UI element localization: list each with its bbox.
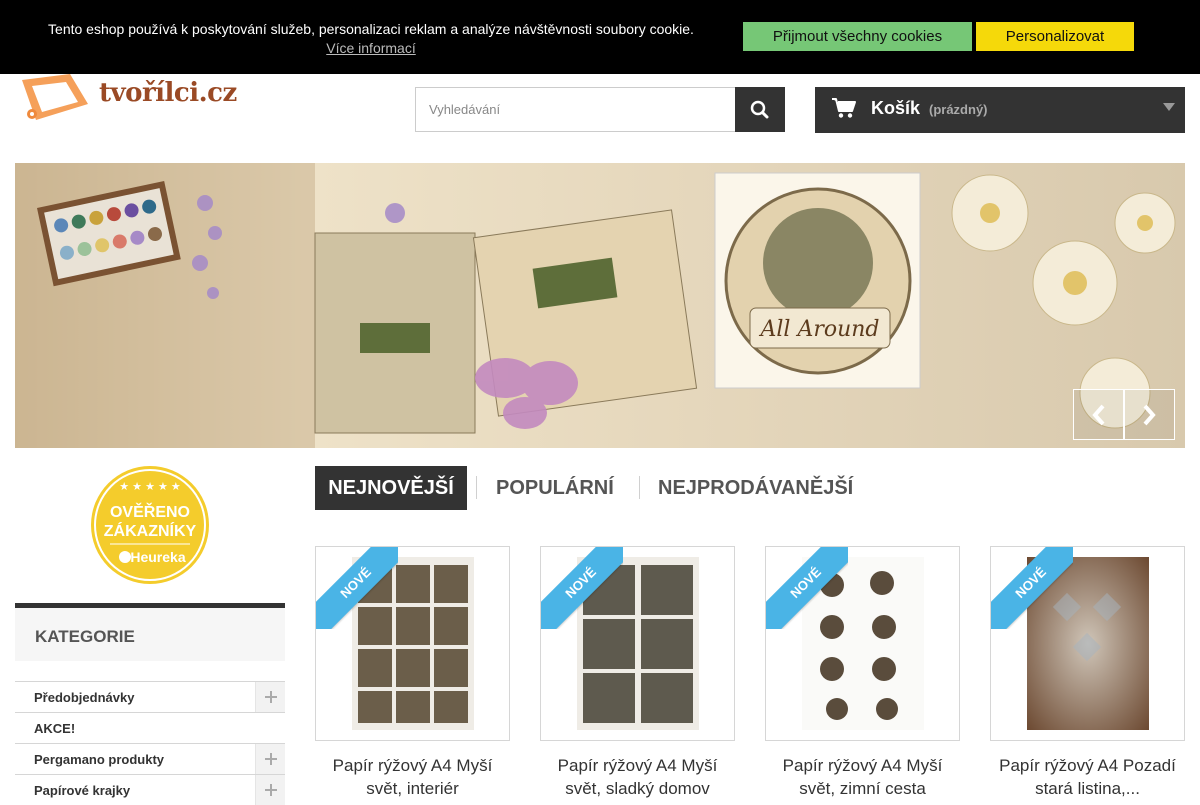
new-ribbon: NOVÉ	[316, 547, 398, 629]
tab-divider	[476, 476, 477, 499]
search-button[interactable]	[735, 87, 785, 132]
category-label: Pergamano produkty	[34, 752, 165, 767]
expand-plus-icon[interactable]	[255, 775, 285, 805]
accept-all-cookies-button[interactable]: Přijmout všechny cookies	[743, 22, 972, 51]
expand-plus-icon[interactable]	[255, 744, 285, 774]
banner-image: All Around	[15, 163, 1185, 448]
shopping-cart-icon	[832, 98, 856, 118]
product-card[interactable]: NOVÉ	[315, 546, 510, 741]
cookie-message: Tento eshop používá k poskytování služeb…	[48, 20, 694, 57]
categories-title: KATEGORIE	[35, 627, 135, 646]
cart-title: Košík	[871, 98, 921, 118]
new-ribbon: NOVÉ	[991, 547, 1073, 629]
tab-divider	[639, 476, 640, 499]
category-label: Předobjednávky	[34, 690, 135, 705]
product-name[interactable]: Papír rýžový A4 Myší svět, zimní cesta	[765, 754, 960, 800]
cookie-more-info-link[interactable]: Více informací	[326, 39, 415, 57]
product-name[interactable]: Papír rýžový A4 Myší svět, sladký domov	[540, 754, 735, 800]
new-ribbon: NOVÉ	[541, 547, 623, 629]
cookie-text: Tento eshop používá k poskytování služeb…	[48, 21, 694, 37]
slider-prev-button[interactable]	[1073, 389, 1124, 440]
cart-status: (prázdný)	[929, 102, 988, 117]
category-label: Papírové krajky	[34, 783, 131, 798]
tab-popular[interactable]: Populární	[496, 466, 614, 510]
chevron-left-icon	[1092, 404, 1105, 426]
product-card[interactable]: NOVÉ	[990, 546, 1185, 741]
tab-newest[interactable]: Nejnovější	[315, 466, 467, 510]
logo-frame-icon	[22, 74, 88, 120]
heureka-badge-icon: ★ ★ ★ ★ ★ OVĚŘENO ZÁKAZNÍKY Heureka	[91, 466, 209, 584]
svg-text:All Around: All Around	[758, 317, 879, 342]
category-item-paper-lace[interactable]: Papírové krajky	[15, 774, 285, 805]
category-list: Předobjednávky AKCE! Pergamano produkty …	[15, 681, 285, 805]
product-name[interactable]: Papír rýžový A4 Pozadí stará listina,...	[990, 754, 1185, 800]
hero-banner[interactable]: All Around	[15, 163, 1185, 448]
product-name[interactable]: Papír rýžový A4 Myší svět, interiér	[315, 754, 510, 800]
category-item-pergamano[interactable]: Pergamano produkty	[15, 743, 285, 774]
expand-plus-icon[interactable]	[255, 682, 285, 712]
chevron-right-icon	[1143, 404, 1156, 426]
svg-text:★ ★ ★ ★ ★: ★ ★ ★ ★ ★	[119, 481, 181, 493]
search-input[interactable]	[415, 87, 736, 132]
tab-bestsellers[interactable]: Nejprodávanější	[658, 466, 853, 510]
new-badge: NOVÉ	[541, 547, 623, 629]
chevron-down-icon	[1163, 103, 1175, 111]
category-label: AKCE!	[34, 721, 76, 736]
product-card[interactable]: NOVÉ	[540, 546, 735, 741]
categories-header: KATEGORIE	[15, 603, 285, 661]
new-badge: NOVÉ	[316, 547, 398, 629]
heureka-line2: ZÁKAZNÍKY	[104, 521, 197, 540]
category-item-sale[interactable]: AKCE!	[15, 712, 285, 743]
new-ribbon: NOVÉ	[766, 547, 848, 629]
heureka-line1: OVĚŘENO	[110, 502, 190, 521]
heureka-verified-badge[interactable]: ★ ★ ★ ★ ★ OVĚŘENO ZÁKAZNÍKY Heureka	[90, 465, 210, 585]
search-icon	[750, 100, 769, 119]
new-badge: NOVÉ	[991, 547, 1073, 629]
cookie-bar: Tento eshop používá k poskytování služeb…	[0, 0, 1200, 74]
category-item-preorders[interactable]: Předobjednávky	[15, 681, 285, 712]
cart-dropdown[interactable]: Košík (prázdný)	[815, 87, 1185, 133]
slider-next-button[interactable]	[1124, 389, 1175, 440]
personalize-cookies-button[interactable]: Personalizovat	[976, 22, 1134, 51]
product-card[interactable]: NOVÉ	[765, 546, 960, 741]
new-badge: NOVÉ	[766, 547, 848, 629]
logo-text[interactable]: tvořílci.cz	[99, 78, 237, 108]
heureka-brand: Heureka	[130, 549, 185, 565]
